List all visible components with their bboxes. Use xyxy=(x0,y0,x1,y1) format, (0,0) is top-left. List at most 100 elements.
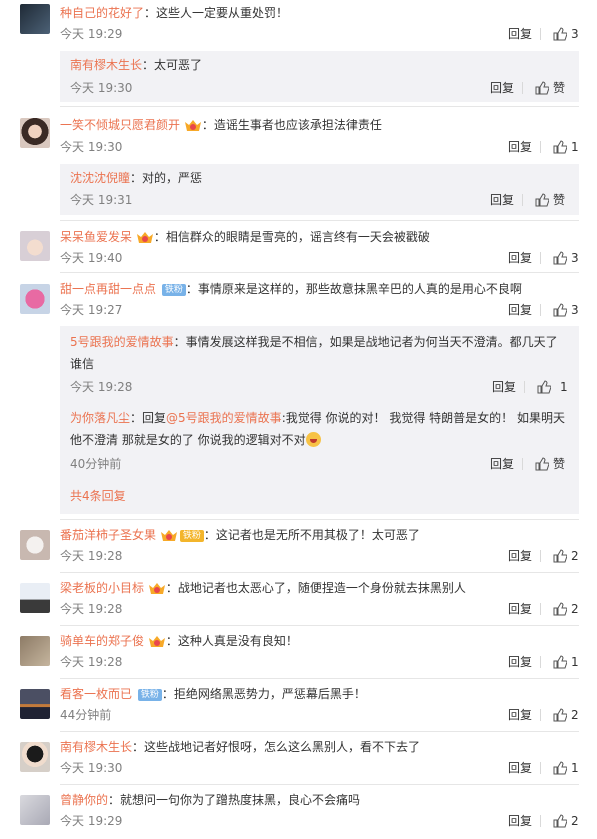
avatar[interactable] xyxy=(20,689,50,719)
thumbs-up-icon[interactable] xyxy=(553,602,567,616)
comment-item: 看客一枚而已 铁粉 ：拒绝网络黑恶势力，严惩幕后黑手！ 44分钟前 回复 2 xyxy=(0,685,597,733)
reply-button[interactable]: 回复 xyxy=(490,455,514,473)
thumbs-up-icon[interactable] xyxy=(535,81,549,95)
like-count: 1 xyxy=(571,761,579,775)
timestamp: 44分钟前 xyxy=(60,708,112,722)
timestamp: 今天 19:28 xyxy=(60,655,123,669)
fan-tag: 铁粉 xyxy=(137,688,162,701)
thumbs-up-icon[interactable] xyxy=(553,655,567,669)
username[interactable]: 看客一枚而已 xyxy=(60,687,132,701)
timestamp: 今天 19:30 xyxy=(70,81,133,95)
thumbs-up-icon[interactable] xyxy=(553,251,567,265)
like-count: 2 xyxy=(571,602,579,616)
reply-button[interactable]: 回复 xyxy=(508,138,532,156)
avatar[interactable] xyxy=(20,636,50,666)
username[interactable]: 南有樛木生长 xyxy=(70,58,142,72)
username[interactable]: 种自己的花好了 xyxy=(60,6,144,20)
reply-button[interactable]: 回复 xyxy=(508,812,532,830)
timestamp: 今天 19:28 xyxy=(70,380,133,394)
username[interactable]: 番茄洋柿子圣女果 xyxy=(60,528,156,542)
username[interactable]: 骑单车的郑子俊 xyxy=(60,634,144,648)
divider xyxy=(60,272,579,273)
thumbs-up-icon[interactable] xyxy=(535,457,549,471)
thumbs-up-icon[interactable] xyxy=(535,193,549,207)
username[interactable]: 甜一点再甜一点点 xyxy=(60,282,156,296)
comment-text: 事情原来是这样的，那些故意抹黑辛巴的人真的是用心不良啊 xyxy=(197,282,522,296)
sub-reply-box: 南有樛木生长：太可恶了 今天 19:30 回复 赞 xyxy=(60,51,579,102)
like-count: 赞 xyxy=(553,81,566,95)
reply-button[interactable]: 回复 xyxy=(508,25,532,43)
username[interactable]: 曾静你的 xyxy=(60,793,108,807)
thumbs-up-icon[interactable] xyxy=(553,761,567,775)
comment-text: 造谣生事者也应该承担法律责任 xyxy=(213,118,382,132)
divider xyxy=(540,762,541,774)
thumbs-up-icon[interactable] xyxy=(553,708,567,722)
comment-text: 这种人真是没有良知！ xyxy=(177,634,298,648)
thumbs-up-icon[interactable] xyxy=(553,814,567,828)
username[interactable]: 梁老板的小目标 xyxy=(60,581,144,595)
avatar[interactable] xyxy=(20,284,50,314)
like-count: 2 xyxy=(571,708,579,722)
comment-text: 这些战地记者好恨呀，怎么这么黑别人，看不下去了 xyxy=(144,740,421,754)
avatar[interactable] xyxy=(20,795,50,825)
avatar[interactable] xyxy=(20,231,50,261)
reply-button[interactable]: 回复 xyxy=(490,79,514,97)
divider xyxy=(540,141,541,153)
divider xyxy=(540,252,541,264)
divider xyxy=(540,550,541,562)
sub-reply-box: 5号跟我的爱情故事：事情发展这样我是不相信，如果是战地记者为何当天不澄清。都几天… xyxy=(60,326,579,514)
reply-button[interactable]: 回复 xyxy=(492,378,516,396)
comment-item: 种自己的花好了：这些人一定要从重处罚！ 今天 19:29 回复 3 xyxy=(0,0,597,48)
comment-item: 曾静你的：就想问一句你为了蹭热度抹黑，良心不会痛吗 今天 19:29 回复 2 xyxy=(0,791,597,839)
like-count: 赞 xyxy=(553,193,566,207)
divider xyxy=(540,709,541,721)
divider xyxy=(60,519,579,520)
thumbs-up-icon[interactable] xyxy=(553,27,567,41)
comment-text: 这记者也是无所不用其极了！太可恶了 xyxy=(215,528,420,542)
reply-button[interactable]: 回复 xyxy=(508,301,532,319)
thumbs-up-icon[interactable] xyxy=(537,380,551,394)
fan-tag: 铁粉 xyxy=(161,283,186,296)
username[interactable]: 呆呆鱼爱发呆 xyxy=(60,230,132,244)
like-count: 赞 xyxy=(553,457,566,471)
reply-button[interactable]: 回复 xyxy=(508,759,532,777)
like-count: 3 xyxy=(571,251,579,265)
reply-button[interactable]: 回复 xyxy=(508,653,532,671)
username[interactable]: 南有樛木生长 xyxy=(60,740,132,754)
like-count: 2 xyxy=(571,814,579,828)
username[interactable]: 一笑不倾城只愿君颜开 xyxy=(60,118,180,132)
timestamp: 40分钟前 xyxy=(70,457,122,471)
thumbs-up-icon[interactable] xyxy=(553,549,567,563)
vip-badge-icon xyxy=(148,582,165,594)
divider xyxy=(540,304,541,316)
sub-reply-box: 沈沈沈倪瞳：对的，严惩 今天 19:31 回复 赞 xyxy=(60,164,579,215)
timestamp: 今天 19:27 xyxy=(60,303,123,317)
reply-button[interactable]: 回复 xyxy=(508,600,532,618)
username[interactable]: 5号跟我的爱情故事 xyxy=(70,335,174,349)
username[interactable]: 为你落凡尘 xyxy=(70,411,130,425)
username[interactable]: 沈沈沈倪瞳 xyxy=(70,171,130,185)
comment-item: 梁老板的小目标 ：战地记者也太恶心了，随便捏造一个身份就去抹黑别人 今天 19:… xyxy=(0,579,597,627)
divider xyxy=(540,603,541,615)
reply-button[interactable]: 回复 xyxy=(490,191,514,209)
like-count: 3 xyxy=(571,303,579,317)
more-replies-link[interactable]: 共4条回复 xyxy=(70,487,126,505)
comment-text: 就想问一句你为了蹭热度抹黑，良心不会痛吗 xyxy=(120,793,361,807)
divider xyxy=(540,28,541,40)
avatar[interactable] xyxy=(20,530,50,560)
avatar[interactable] xyxy=(20,583,50,613)
thumbs-up-icon[interactable] xyxy=(553,140,567,154)
avatar[interactable] xyxy=(20,118,50,148)
timestamp: 今天 19:28 xyxy=(60,602,123,616)
avatar[interactable] xyxy=(20,742,50,772)
timestamp: 今天 19:28 xyxy=(60,549,123,563)
reply-button[interactable]: 回复 xyxy=(508,249,532,267)
mention-link[interactable]: @5号跟我的爱情故事 xyxy=(166,411,282,425)
divider xyxy=(540,815,541,827)
comment-item: 番茄洋柿子圣女果 铁粉 ：这记者也是无所不用其极了！太可恶了 今天 19:28 回… xyxy=(0,526,597,574)
comment-text: 拒绝网络黑恶势力，严惩幕后黑手！ xyxy=(173,687,366,701)
avatar[interactable] xyxy=(20,4,50,34)
thumbs-up-icon[interactable] xyxy=(553,303,567,317)
reply-button[interactable]: 回复 xyxy=(508,706,532,724)
reply-button[interactable]: 回复 xyxy=(508,547,532,565)
